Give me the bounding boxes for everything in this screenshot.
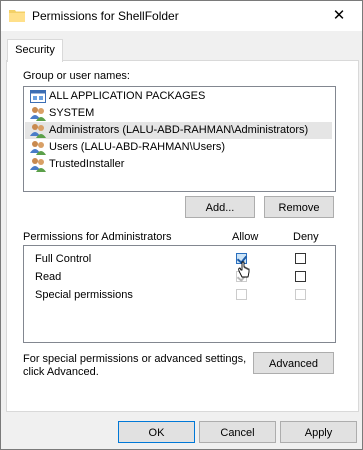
special-deny-checkbox	[295, 289, 306, 300]
title-bar[interactable]: Permissions for ShellFolder ✕	[1, 1, 362, 31]
advanced-button[interactable]: Advanced	[253, 352, 334, 374]
permissions-label: Permissions for Administrators	[23, 231, 172, 243]
folder-icon	[9, 10, 25, 22]
list-item[interactable]: Users (LALU-ABD-RAHMAN\Users)	[25, 139, 332, 156]
tab-security[interactable]: Security	[7, 39, 63, 62]
list-item[interactable]: TrustedInstaller	[25, 156, 332, 173]
permission-read-label: Read	[35, 271, 62, 283]
list-item-label: SYSTEM	[49, 107, 95, 119]
users-icon	[30, 124, 46, 138]
window-title: Permissions for ShellFolder	[32, 9, 179, 23]
users-icon	[30, 107, 46, 121]
remove-button[interactable]: Remove	[264, 196, 334, 218]
special-allow-checkbox	[236, 289, 247, 300]
security-panel: Group or user names: ALL APPLICATION PAC…	[6, 60, 359, 412]
advanced-hint-line1: For special permissions or advanced sett…	[23, 353, 247, 365]
deny-column-header: Deny	[293, 231, 319, 243]
list-item-label: Administrators (LALU-ABD-RAHMAN\Administ…	[49, 124, 309, 136]
add-button[interactable]: Add...	[185, 196, 255, 218]
ok-button[interactable]: OK	[118, 421, 195, 443]
permission-full-control-label: Full Control	[35, 253, 92, 265]
list-item[interactable]: Administrators (LALU-ABD-RAHMAN\Administ…	[25, 122, 332, 139]
users-icon	[30, 141, 46, 155]
list-item-label: Users (LALU-ABD-RAHMAN\Users)	[49, 141, 226, 153]
allow-column-header: Allow	[232, 231, 259, 243]
group-names-label: Group or user names:	[23, 70, 130, 82]
permissions-dialog: Permissions for ShellFolder ✕ Security G…	[0, 0, 363, 450]
permissions-list: Full Control Read Special permissions	[23, 245, 336, 343]
advanced-hint-line2: click Advanced.	[23, 366, 99, 378]
list-item[interactable]: SYSTEM	[25, 105, 332, 122]
read-deny-checkbox[interactable]	[295, 271, 306, 282]
close-button[interactable]: ✕	[316, 1, 362, 31]
app-package-icon	[30, 90, 46, 103]
users-icon	[30, 158, 46, 172]
group-user-list[interactable]: ALL APPLICATION PACKAGES SYSTEM Administ…	[23, 86, 336, 192]
permission-special-label: Special permissions	[35, 289, 133, 301]
tab-strip: Security	[1, 31, 362, 62]
list-item-label: ALL APPLICATION PACKAGES	[49, 90, 206, 102]
cancel-button[interactable]: Cancel	[199, 421, 276, 443]
list-item[interactable]: ALL APPLICATION PACKAGES	[25, 88, 332, 105]
hand-cursor-icon	[238, 261, 250, 278]
apply-button[interactable]: Apply	[280, 421, 357, 443]
dialog-footer: OK Cancel Apply	[1, 416, 362, 449]
full-control-deny-checkbox[interactable]	[295, 253, 306, 264]
list-item-label: TrustedInstaller	[49, 158, 125, 170]
